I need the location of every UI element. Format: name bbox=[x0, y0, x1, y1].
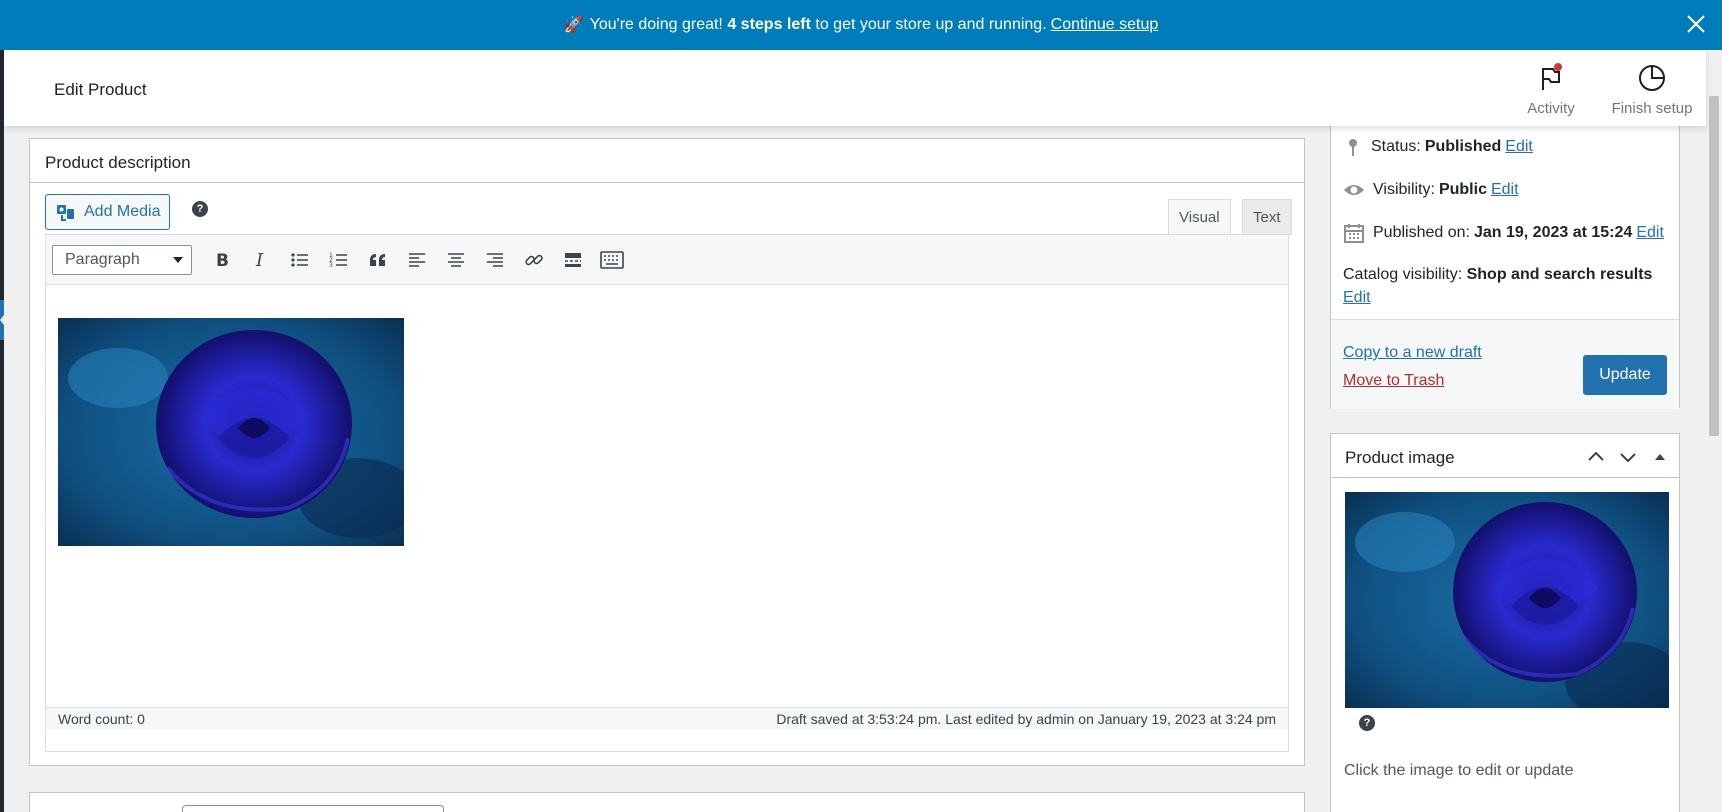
svg-text:B: B bbox=[216, 251, 229, 270]
product-description-box: Product description Add Media ? Visual T… bbox=[29, 138, 1305, 766]
setup-notice-bar: 🚀 You're doing great! 4 steps left to ge… bbox=[0, 0, 1722, 50]
visibility-value: Public bbox=[1438, 181, 1487, 198]
help-icon[interactable]: ? bbox=[192, 201, 208, 217]
update-button[interactable]: Update bbox=[1583, 355, 1667, 395]
catalog-value: Shop and search results bbox=[1466, 266, 1653, 283]
progress-circle-icon bbox=[1639, 65, 1665, 91]
catalog-edit-row: Edit bbox=[1343, 289, 1371, 307]
link-icon[interactable] bbox=[514, 242, 553, 278]
add-media-icon bbox=[57, 205, 74, 221]
rich-text-editor: Paragraph B I 123 Word count: 0 Draft sa… bbox=[45, 234, 1289, 752]
add-media-button[interactable]: Add Media bbox=[45, 194, 170, 230]
published-edit-link[interactable]: Edit bbox=[1636, 224, 1664, 242]
chevron-down-icon bbox=[173, 256, 183, 263]
catalog-visibility-row: Catalog visibility: Shop and search resu… bbox=[1343, 266, 1652, 284]
published-on-row: Published on: Jan 19, 2023 at 15:24 Edit bbox=[1343, 222, 1664, 244]
panel-controls bbox=[1585, 446, 1671, 468]
bold-icon[interactable]: B bbox=[202, 242, 241, 278]
page-scrollbar[interactable] bbox=[1706, 50, 1722, 812]
toolbar-toggle-icon[interactable] bbox=[592, 242, 631, 278]
publish-actions: Copy to a new draft Move to Trash Update bbox=[1331, 319, 1679, 409]
page-title: Edit Product bbox=[54, 80, 147, 99]
draft-status: Draft saved at 3:53:24 pm. Last edited b… bbox=[776, 710, 1276, 727]
editor-toolbar: Paragraph B I 123 bbox=[46, 235, 1288, 285]
flag-icon bbox=[1542, 63, 1562, 90]
align-right-icon[interactable] bbox=[475, 242, 514, 278]
finish-setup-button[interactable]: Finish setup bbox=[1602, 60, 1702, 117]
editor-status-bar: Word count: 0 Draft saved at 3:53:24 pm.… bbox=[46, 707, 1288, 729]
menu-active-arrow bbox=[0, 310, 8, 330]
scrollbar-thumb[interactable] bbox=[1709, 96, 1719, 436]
blockquote-icon[interactable] bbox=[358, 242, 397, 278]
visibility-edit-link[interactable]: Edit bbox=[1491, 181, 1519, 199]
close-icon[interactable] bbox=[1684, 12, 1708, 36]
bulleted-list-icon[interactable] bbox=[280, 242, 319, 278]
notice-text-post: to get your store up and running. bbox=[815, 16, 1047, 33]
align-left-icon[interactable] bbox=[397, 242, 436, 278]
activity-button[interactable]: Activity bbox=[1506, 60, 1596, 117]
editor-content-area[interactable]: Word count: 0 Draft saved at 3:53:24 pm.… bbox=[46, 285, 1288, 729]
add-media-label: Add Media bbox=[84, 203, 161, 220]
collapse-toggle-icon[interactable] bbox=[1649, 446, 1671, 468]
svg-text:I: I bbox=[255, 250, 264, 270]
word-count: Word count: 0 bbox=[58, 710, 145, 727]
italic-icon[interactable]: I bbox=[241, 242, 280, 278]
rocket-icon: 🚀 bbox=[563, 17, 584, 34]
notice-message: You're doing great! 4 steps left to get … bbox=[590, 16, 1047, 34]
visibility-label: Visibility: bbox=[1373, 181, 1435, 198]
copy-to-draft-link[interactable]: Copy to a new draft bbox=[1343, 344, 1482, 362]
format-select-value: Paragraph bbox=[65, 250, 140, 268]
read-more-icon[interactable] bbox=[553, 242, 592, 278]
status-label: Status: bbox=[1371, 138, 1421, 155]
align-center-icon[interactable] bbox=[436, 242, 475, 278]
status-row: Status: Published Edit bbox=[1343, 137, 1533, 157]
notice-text-bold: 4 steps left bbox=[727, 16, 811, 33]
move-to-trash-link[interactable]: Move to Trash bbox=[1343, 372, 1444, 390]
publish-panel: Status: Published Edit Visibility: Publi… bbox=[1330, 118, 1680, 409]
svg-text:3: 3 bbox=[329, 262, 333, 269]
status-value: Published bbox=[1424, 138, 1502, 155]
format-select[interactable]: Paragraph bbox=[52, 244, 192, 275]
product-image[interactable] bbox=[1345, 492, 1685, 722]
finish-setup-label: Finish setup bbox=[1611, 100, 1693, 117]
activity-label: Activity bbox=[1527, 100, 1575, 117]
visibility-row: Visibility: Public Edit bbox=[1343, 180, 1519, 200]
continue-setup-link[interactable]: Continue setup bbox=[1051, 16, 1159, 34]
catalog-label: Catalog visibility: bbox=[1343, 266, 1463, 283]
help-icon[interactable]: ? bbox=[1359, 715, 1375, 731]
tab-visual[interactable]: Visual bbox=[1168, 199, 1231, 235]
pin-icon bbox=[1349, 139, 1357, 156]
product-image-hint: Click the image to edit or update bbox=[1344, 762, 1574, 779]
catalog-edit-link[interactable]: Edit bbox=[1343, 289, 1371, 307]
published-value: Jan 19, 2023 at 15:24 bbox=[1473, 224, 1633, 241]
status-edit-link[interactable]: Edit bbox=[1505, 138, 1533, 156]
published-label: Published on: bbox=[1373, 224, 1470, 241]
chevron-down-icon[interactable] bbox=[1617, 446, 1639, 468]
rose-image[interactable] bbox=[58, 318, 418, 546]
page-header: Edit Product Activity Finish setup bbox=[4, 50, 1706, 126]
calendar-icon bbox=[1344, 224, 1364, 243]
tab-text[interactable]: Text bbox=[1242, 199, 1292, 235]
metabox-input[interactable] bbox=[182, 805, 444, 812]
next-metabox bbox=[29, 792, 1305, 812]
numbered-list-icon[interactable]: 123 bbox=[319, 242, 358, 278]
product-image-panel: Product image ? Click the image to edit … bbox=[1330, 433, 1685, 812]
product-description-title: Product description bbox=[30, 139, 1304, 183]
eye-icon bbox=[1344, 185, 1364, 195]
notice-text-pre: You're doing great! bbox=[589, 16, 723, 33]
chevron-up-icon[interactable] bbox=[1585, 446, 1607, 468]
